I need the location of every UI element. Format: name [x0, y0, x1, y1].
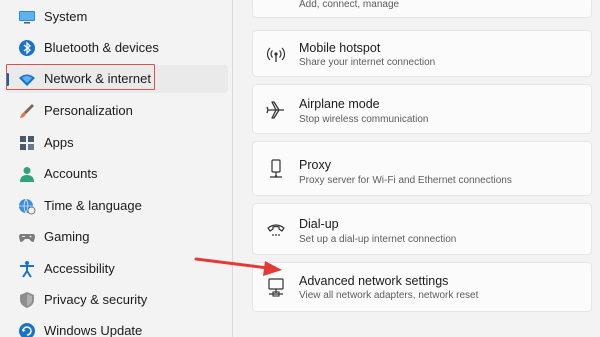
card-proxy[interactable]: Proxy Proxy server for Wi-Fi and Etherne…	[252, 141, 592, 196]
sidebar-item-label: Accessibility	[44, 261, 115, 276]
sidebar-item-label: Windows Update	[44, 323, 143, 337]
sidebar-item-label: Accounts	[44, 166, 98, 181]
dialup-icon	[267, 224, 285, 236]
airplane-icon	[266, 101, 284, 119]
highlight-box	[6, 64, 155, 90]
proxy-icon	[270, 159, 282, 178]
gamepad-icon	[19, 234, 35, 242]
card-title: Mobile hotspot	[299, 41, 381, 55]
sidebar-item-gaming[interactable]: Gaming	[6, 223, 228, 251]
card-desc: Set up a dial-up internet connection	[299, 234, 457, 245]
card-wifi-partial[interactable]: Add, connect, manage	[252, 0, 592, 18]
shield-icon	[20, 292, 34, 308]
sidebar-item-privacy-security[interactable]: Privacy & security	[6, 286, 228, 314]
card-mobile-hotspot[interactable]: Mobile hotspot Share your internet conne…	[252, 30, 592, 77]
card-airplane-mode[interactable]: Airplane mode Stop wireless communicatio…	[252, 84, 592, 134]
settings-sidebar: System Bluetooth & devices Network & int…	[0, 0, 232, 337]
card-title: Airplane mode	[299, 97, 380, 111]
sidebar-item-label: Gaming	[44, 229, 90, 244]
refresh-icon	[19, 323, 35, 337]
apps-icon	[20, 136, 34, 150]
sidebar-item-bluetooth[interactable]: Bluetooth & devices	[6, 34, 228, 62]
paintbrush-icon	[20, 104, 34, 118]
card-desc: Add, connect, manage	[299, 0, 400, 10]
network-settings-panel: Add, connect, manage Mobile hotspot Shar…	[233, 0, 600, 337]
sidebar-item-accessibility[interactable]: Accessibility	[6, 255, 228, 283]
sidebar-item-label: System	[44, 9, 88, 24]
card-dial-up[interactable]: Dial-up Set up a dial-up internet connec…	[252, 203, 592, 255]
card-title: Advanced network settings	[299, 274, 449, 288]
sidebar-item-label: Time & language	[44, 198, 142, 213]
card-desc: Stop wireless communication	[299, 114, 429, 125]
bluetooth-icon	[19, 40, 35, 56]
monitor-icon	[19, 11, 35, 24]
sidebar-item-label: Bluetooth & devices	[44, 40, 159, 55]
network-adapter-icon	[268, 278, 284, 297]
accessibility-icon	[20, 261, 34, 278]
card-title: Dial-up	[299, 217, 339, 231]
card-title: Proxy	[299, 158, 331, 172]
card-desc: Share your internet connection	[299, 57, 436, 68]
sidebar-item-accounts[interactable]: Accounts	[6, 160, 228, 188]
sidebar-item-personalization[interactable]: Personalization	[6, 97, 228, 125]
sidebar-item-label: Apps	[44, 135, 74, 150]
sidebar-item-apps[interactable]: Apps	[6, 129, 228, 157]
person-icon	[20, 167, 34, 182]
sidebar-item-label: Personalization	[44, 103, 133, 118]
sidebar-item-system[interactable]: System	[6, 3, 228, 31]
sidebar-item-time-language[interactable]: Time & language	[6, 192, 228, 220]
sidebar-item-label: Privacy & security	[44, 292, 148, 307]
sidebar-item-windows-update[interactable]: Windows Update	[6, 317, 228, 337]
globe-clock-icon	[19, 198, 36, 215]
card-desc: View all network adapters, network reset	[299, 290, 479, 301]
card-advanced-network-settings[interactable]: Advanced network settings View all netwo…	[252, 262, 592, 312]
card-desc: Proxy server for Wi-Fi and Ethernet conn…	[299, 175, 512, 186]
hotspot-icon	[266, 47, 286, 62]
